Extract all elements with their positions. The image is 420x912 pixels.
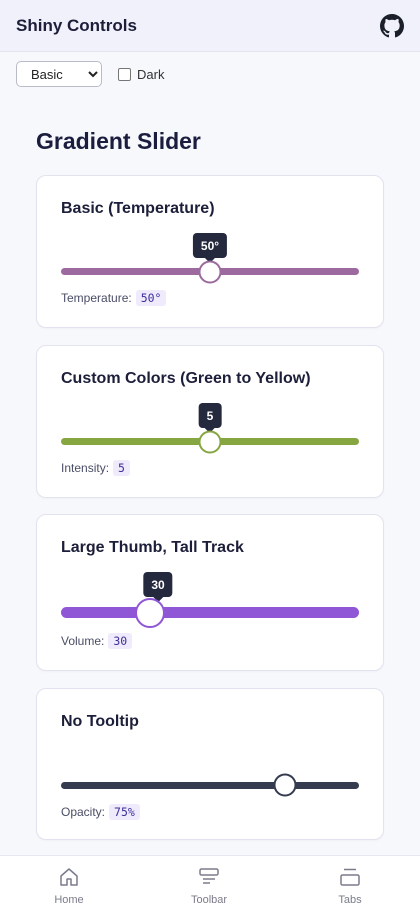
- card-title: No Tooltip: [61, 713, 139, 730]
- slider-tooltip: 5: [198, 403, 222, 428]
- slider-tooltip: 30: [143, 572, 173, 597]
- value-badge: 50°: [135, 290, 167, 306]
- tab-label: Home: [54, 894, 84, 906]
- value-badge: 5: [113, 460, 130, 476]
- tab-label: Toolbar: [190, 894, 228, 906]
- tab-label: Tabs: [338, 894, 362, 906]
- card-title: Basic (Temperature): [61, 200, 215, 217]
- slider-thumb[interactable]: [198, 430, 222, 454]
- dark-label: Dark: [137, 66, 165, 82]
- dark-toggle[interactable]: Dark: [118, 67, 164, 82]
- top-bar: Shiny Controls: [0, 0, 420, 52]
- value-line: Intensity: 5: [61, 460, 130, 476]
- slider-thumb[interactable]: [273, 773, 297, 797]
- value-label: Temperature:: [61, 291, 132, 305]
- slider-card-no-tooltip: No Tooltip Opacity: 75%: [36, 688, 384, 840]
- page-heading: Gradient Slider: [36, 128, 201, 154]
- tabs-icon: [339, 866, 361, 888]
- app-title: Shiny Controls: [16, 15, 137, 35]
- tab-tabs[interactable]: Tabs: [310, 866, 390, 906]
- controls-row: Basic Dark: [16, 61, 164, 87]
- card-title: Large Thumb, Tall Track: [61, 539, 244, 556]
- dark-checkbox[interactable]: [118, 67, 131, 81]
- slider-tooltip: 50°: [192, 233, 228, 258]
- value-label: Volume:: [61, 634, 105, 648]
- toolbar-icon: [198, 866, 220, 888]
- github-icon[interactable]: [380, 13, 404, 38]
- value-badge: 30: [108, 633, 133, 649]
- value-line: Temperature: 50°: [61, 290, 167, 306]
- tab-home[interactable]: Home: [29, 866, 109, 906]
- slider-card-basic: Basic (Temperature) 50° Temperature: 50°: [36, 175, 384, 328]
- slider-track[interactable]: [61, 782, 359, 789]
- value-label: Opacity:: [61, 805, 106, 819]
- card-title: Custom Colors (Green to Yellow): [61, 370, 311, 387]
- slider-thumb[interactable]: [135, 598, 165, 628]
- slider-thumb[interactable]: [198, 260, 222, 284]
- home-icon: [58, 866, 80, 888]
- slider-card-large-thumb: Large Thumb, Tall Track 30 Volume: 30: [36, 514, 384, 671]
- tab-toolbar[interactable]: Toolbar: [169, 866, 249, 906]
- value-badge: 75%: [109, 804, 140, 820]
- mode-select[interactable]: Basic: [16, 61, 102, 87]
- value-label: Intensity:: [61, 461, 110, 475]
- slider-track[interactable]: [61, 607, 359, 618]
- slider-card-custom-colors: Custom Colors (Green to Yellow) 5 Intens…: [36, 345, 384, 498]
- value-line: Volume: 30: [61, 633, 133, 649]
- value-line: Opacity: 75%: [61, 804, 140, 820]
- bottom-tab-bar: Home Toolbar Tabs: [0, 855, 420, 912]
